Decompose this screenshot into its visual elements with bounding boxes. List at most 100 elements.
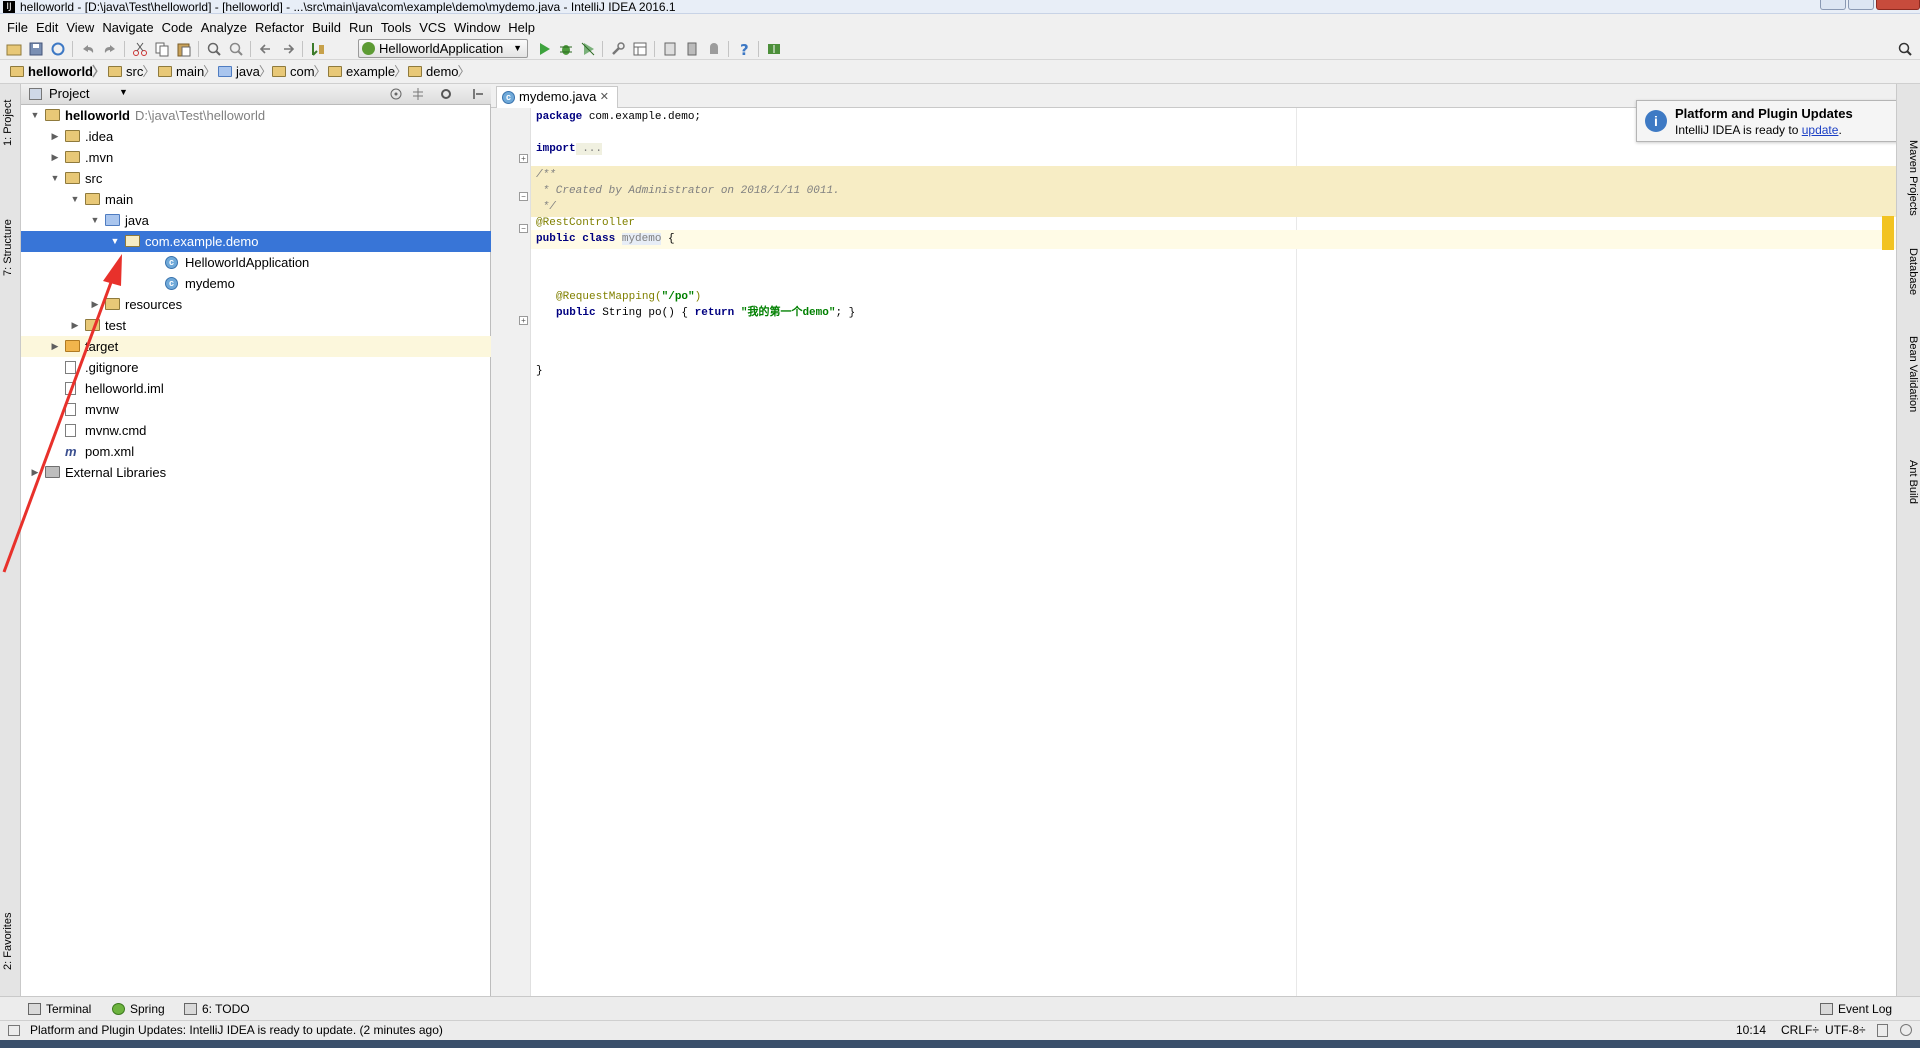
update-notification[interactable]: i Platform and Plugin Updates IntelliJ I… [1636,100,1914,142]
hide-panel-icon[interactable] [471,87,485,101]
toggle-tool-windows-icon[interactable] [8,1025,20,1036]
breadcrumb-src[interactable]: src 〉 [106,63,155,81]
fold-expand-icon[interactable]: + [519,316,528,325]
save-all-icon[interactable] [28,41,44,57]
chevron-down-icon[interactable]: ▼ [119,87,128,97]
android-icon[interactable] [706,41,722,57]
bean-validation-tool-button[interactable]: Bean Validation [1907,336,1919,412]
structure-tool-button[interactable]: 7: Structure [2,219,14,276]
project-view-selector[interactable]: Project [49,86,89,102]
vcs-update-icon[interactable] [766,41,782,57]
breadcrumb-example[interactable]: example 〉 [326,63,407,81]
open-folder-icon[interactable] [6,41,22,57]
menu-navigate[interactable]: Navigate [98,18,157,37]
expand-arrow-icon[interactable]: ▼ [29,105,41,126]
tree-item[interactable]: m pom.xml [21,441,491,462]
menu-vcs[interactable]: VCS [415,18,450,37]
expand-arrow-icon[interactable]: ▼ [89,210,101,231]
menu-view[interactable]: View [62,18,98,37]
fold-collapse-icon[interactable]: − [519,192,528,201]
tree-item[interactable]: ▶ External Libraries [21,462,491,483]
tree-item[interactable]: helloworld.iml [21,378,491,399]
fold-expand-icon[interactable]: + [519,154,528,163]
collapse-arrow-icon[interactable]: ▶ [29,462,41,483]
collapse-arrow-icon[interactable]: ▶ [49,147,61,168]
spring-tool-button[interactable]: Spring [112,1001,165,1017]
make-project-icon[interactable] [310,41,326,57]
copy-icon[interactable] [154,41,170,57]
redo-icon[interactable] [102,41,118,57]
tree-item[interactable]: ▼ helloworld D:\java\Test\helloworld [21,105,491,126]
collapse-arrow-icon[interactable]: ▶ [69,315,81,336]
maven-projects-tool-button[interactable]: Maven Projects [1907,140,1919,216]
breadcrumb-java[interactable]: java 〉 [216,63,272,81]
debug-icon[interactable] [558,41,574,57]
avd-manager-icon[interactable] [684,41,700,57]
todo-tool-button[interactable]: 6: TODO [184,1001,250,1017]
breadcrumb-helloworld[interactable]: helloworld 〉 [8,63,105,81]
code-area[interactable]: package com.example.demo; import ... /**… [531,108,1896,996]
replace-icon[interactable] [228,41,244,57]
collapse-arrow-icon[interactable]: ▶ [49,336,61,357]
cut-icon[interactable] [132,41,148,57]
menu-help[interactable]: Help [504,18,539,37]
collapse-arrow-icon[interactable]: ▶ [89,294,101,315]
menu-analyze[interactable]: Analyze [197,18,251,37]
breadcrumb-com[interactable]: com 〉 [270,63,327,81]
gear-icon[interactable] [439,87,453,101]
back-icon[interactable] [258,41,274,57]
database-tool-button[interactable]: Database [1907,248,1919,295]
caret-position[interactable]: 10:14 [1736,1021,1766,1040]
event-log-tool-button[interactable]: Event Log [1820,1001,1892,1017]
undo-icon[interactable] [80,41,96,57]
breadcrumb-main[interactable]: main 〉 [156,63,216,81]
tree-item[interactable]: ▶ test [21,315,491,336]
collapse-all-icon[interactable] [411,87,425,101]
inspector-icon[interactable] [1900,1024,1912,1036]
tree-item[interactable]: ▼ main [21,189,491,210]
settings-wrench-icon[interactable] [610,41,626,57]
run-icon[interactable] [536,41,552,57]
menu-run[interactable]: Run [345,18,377,37]
expand-arrow-icon[interactable]: ▼ [69,189,81,210]
menu-code[interactable]: Code [158,18,197,37]
line-separator[interactable]: CRLF÷ [1781,1021,1819,1040]
expand-arrow-icon[interactable]: ▼ [109,231,121,252]
tree-item[interactable]: mvnw [21,399,491,420]
collapse-arrow-icon[interactable]: ▶ [49,126,61,147]
project-structure-icon[interactable] [632,41,648,57]
search-everywhere-icon[interactable] [1897,41,1913,57]
run-configuration-dropdown[interactable]: HelloworldApplication ▼ [358,39,528,58]
tree-item[interactable]: ▶ .mvn [21,147,491,168]
breadcrumb-demo[interactable]: demo 〉 [406,63,471,81]
sdk-manager-icon[interactable] [662,41,678,57]
editor-tab-mydemo[interactable]: c mydemo.java ✕ [496,86,618,108]
tree-item[interactable]: mvnw.cmd [21,420,491,441]
read-only-lock-icon[interactable] [1877,1024,1888,1037]
ant-build-tool-button[interactable]: Ant Build [1907,460,1919,504]
tree-item[interactable]: ▼ com.example.demo [21,231,491,252]
menu-edit[interactable]: Edit [32,18,62,37]
menu-file[interactable]: File [3,18,32,37]
warning-stripe-marker[interactable] [1882,216,1894,250]
close-tab-icon[interactable]: ✕ [600,87,609,107]
menu-refactor[interactable]: Refactor [251,18,308,37]
minimize-button[interactable] [1820,0,1846,10]
tree-item[interactable]: c HelloworldApplication [21,252,491,273]
menu-build[interactable]: Build [308,18,345,37]
expand-arrow-icon[interactable]: ▼ [49,168,61,189]
tree-item[interactable]: ▶ target [21,336,491,357]
close-button[interactable] [1876,0,1920,10]
scroll-from-source-icon[interactable] [389,87,403,101]
forward-icon[interactable] [280,41,296,57]
favorites-tool-button[interactable]: 2: Favorites [2,913,14,970]
project-tool-button[interactable]: 1: Project [2,100,14,146]
terminal-tool-button[interactable]: Terminal [28,1001,91,1017]
maximize-button[interactable] [1848,0,1874,10]
update-link[interactable]: update [1802,123,1839,137]
find-icon[interactable] [206,41,222,57]
tree-item[interactable]: ▼ java [21,210,491,231]
menu-tools[interactable]: Tools [377,18,415,37]
sync-icon[interactable] [50,41,66,57]
tree-item[interactable]: c mydemo [21,273,491,294]
